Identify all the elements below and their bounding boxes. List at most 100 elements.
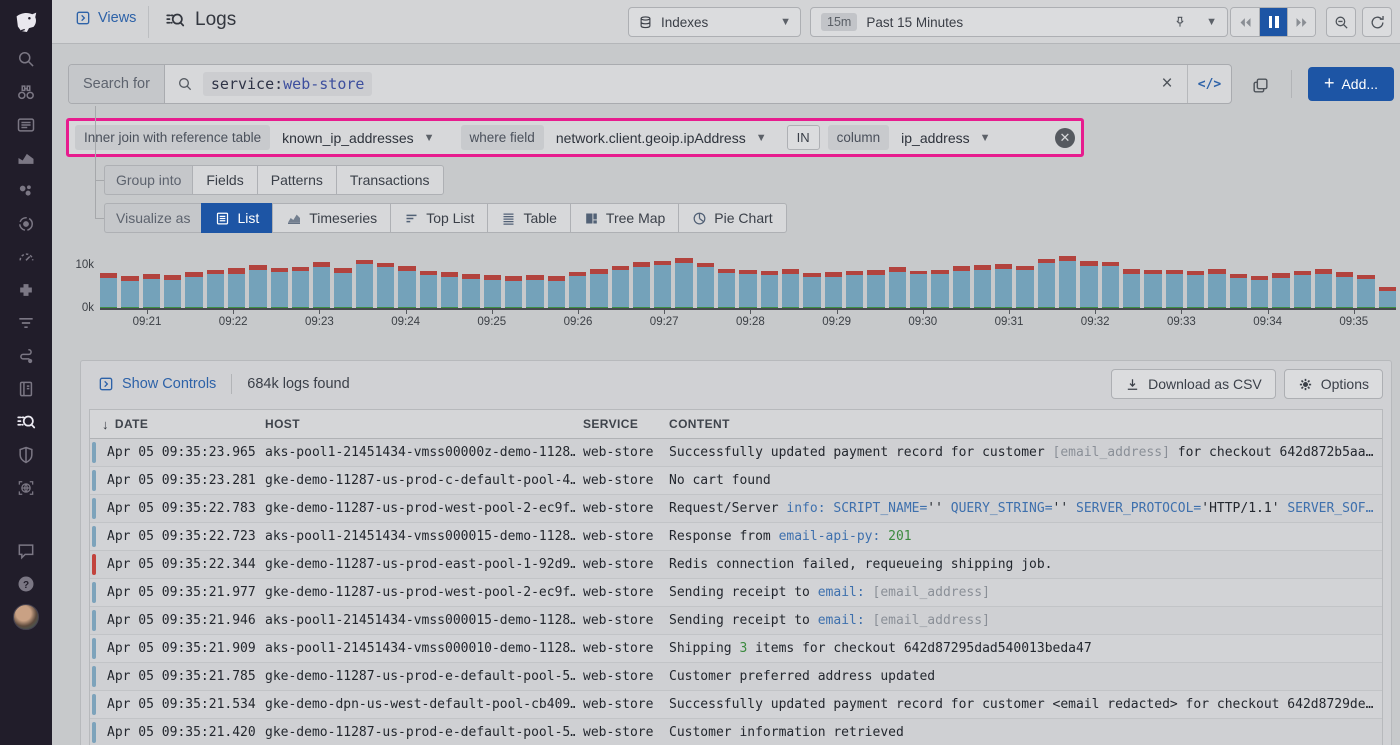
histogram-bar[interactable] — [420, 271, 437, 308]
histogram-bar[interactable] — [143, 274, 160, 308]
copy-icon[interactable] — [1246, 71, 1274, 99]
log-row[interactable]: Apr 05 09:35:23.965aks-pool1-21451434-vm… — [90, 439, 1382, 467]
tab-tree-map[interactable]: Tree Map — [570, 203, 678, 233]
histogram-bar[interactable] — [867, 270, 884, 308]
histogram-bar[interactable] — [356, 260, 373, 309]
histogram-bar[interactable] — [931, 270, 948, 308]
user-avatar[interactable] — [13, 604, 39, 630]
reference-table-select[interactable]: known_ip_addresses▼ — [278, 130, 438, 146]
histogram-bar[interactable] — [292, 267, 309, 308]
column-header-host[interactable]: HOST — [265, 417, 583, 431]
column-header-date[interactable]: ↓DATE — [90, 417, 265, 432]
options-button[interactable]: Options — [1284, 369, 1383, 399]
clear-search-icon[interactable]: × — [1147, 73, 1187, 95]
histogram-bar[interactable] — [803, 273, 820, 308]
tab-list[interactable]: List — [201, 203, 272, 233]
histogram-bar[interactable] — [505, 276, 522, 308]
histogram-bar[interactable] — [121, 276, 138, 308]
histogram-bar[interactable] — [889, 267, 906, 308]
histogram-bar[interactable] — [1080, 261, 1097, 308]
histogram-bar[interactable] — [484, 275, 501, 308]
histogram-bar[interactable] — [782, 269, 799, 308]
histogram-bar[interactable] — [249, 265, 266, 308]
log-row[interactable]: Apr 05 09:35:22.344gke-demo-11287-us-pro… — [90, 551, 1382, 579]
histogram-bar[interactable] — [207, 270, 224, 308]
histogram-bar[interactable] — [1059, 256, 1076, 308]
histogram-bar[interactable] — [462, 274, 479, 308]
integrations-puzzle-icon[interactable] — [15, 279, 37, 301]
histogram-bar[interactable] — [1315, 269, 1332, 308]
histogram-bar[interactable] — [1251, 276, 1268, 308]
tab-top-list[interactable]: Top List — [390, 203, 487, 233]
log-row[interactable]: Apr 05 09:35:21.977gke-demo-11287-us-pro… — [90, 579, 1382, 607]
column-header-service[interactable]: SERVICE — [583, 417, 669, 431]
notebook-icon[interactable] — [15, 378, 37, 400]
histogram-bar[interactable] — [1379, 287, 1396, 308]
histogram-bar[interactable] — [761, 271, 778, 308]
tab-pie-chart[interactable]: Pie Chart — [678, 203, 786, 233]
help-icon[interactable]: ? — [15, 573, 37, 595]
zoom-out-button[interactable] — [1326, 7, 1356, 37]
dashboards-icon[interactable] — [15, 114, 37, 136]
histogram-bar[interactable] — [334, 268, 351, 308]
histogram-bar[interactable] — [548, 276, 565, 308]
histogram-bar[interactable] — [1208, 269, 1225, 308]
histogram-bar[interactable] — [1357, 275, 1374, 308]
histogram-bar[interactable] — [995, 264, 1012, 308]
column-header-content[interactable]: CONTENT — [669, 417, 1382, 431]
indexes-dropdown[interactable]: Indexes ▼ — [628, 7, 801, 37]
log-row[interactable]: Apr 05 09:35:22.723aks-pool1-21451434-vm… — [90, 523, 1382, 551]
histogram-bar[interactable] — [1123, 269, 1140, 308]
chevron-down-icon[interactable]: ▼ — [1206, 16, 1217, 28]
search-bar[interactable]: Search for service:web-store × </> — [68, 64, 1232, 104]
log-row[interactable]: Apr 05 09:35:21.946aks-pool1-21451434-vm… — [90, 607, 1382, 635]
histogram-bar[interactable] — [185, 272, 202, 308]
histogram-bar[interactable] — [1016, 266, 1033, 308]
histogram-bar[interactable] — [974, 265, 991, 308]
service-map-link-icon[interactable] — [15, 345, 37, 367]
metrics-chart-icon[interactable] — [15, 147, 37, 169]
histogram-bar[interactable] — [675, 258, 692, 308]
tab-table[interactable]: Table — [487, 203, 569, 233]
gauge-icon[interactable] — [15, 246, 37, 268]
watchdog-binoculars-icon[interactable] — [15, 81, 37, 103]
log-row[interactable]: Apr 05 09:35:22.783gke-demo-11287-us-pro… — [90, 495, 1382, 523]
histogram-bar[interactable] — [313, 262, 330, 308]
time-range-picker[interactable]: 15m Past 15 Minutes ▼ — [810, 7, 1228, 37]
histogram-bar[interactable] — [1038, 259, 1055, 308]
add-button[interactable]: +Add... — [1308, 67, 1394, 101]
pause-button[interactable] — [1259, 8, 1287, 36]
feedback-chat-icon[interactable] — [15, 540, 37, 562]
histogram-bar[interactable] — [271, 268, 288, 308]
histogram-bar[interactable] — [1144, 270, 1161, 308]
histogram-bar[interactable] — [164, 275, 181, 308]
fast-forward-button[interactable] — [1287, 8, 1315, 36]
download-csv-button[interactable]: Download as CSV — [1111, 369, 1276, 399]
network-globe-icon[interactable] — [15, 477, 37, 499]
tab-timeseries[interactable]: Timeseries — [272, 203, 390, 233]
rewind-button[interactable] — [1231, 8, 1259, 36]
histogram-bar[interactable] — [697, 263, 714, 308]
views-button[interactable]: Views — [75, 10, 136, 26]
histogram-bar[interactable] — [654, 261, 671, 308]
pin-icon[interactable] — [1173, 15, 1187, 29]
tab-fields[interactable]: Fields — [192, 165, 256, 195]
histogram-bar[interactable] — [569, 272, 586, 308]
remove-join-button[interactable]: ✕ — [1055, 128, 1075, 148]
histogram-bar[interactable] — [1294, 271, 1311, 309]
show-controls-button[interactable]: Show Controls — [98, 376, 216, 392]
infrastructure-icon[interactable] — [15, 180, 37, 202]
log-row[interactable]: Apr 05 09:35:23.281gke-demo-11287-us-pro… — [90, 467, 1382, 495]
histogram-bar[interactable] — [846, 271, 863, 309]
histogram-bar[interactable] — [825, 272, 842, 308]
histogram-bar[interactable] — [1102, 262, 1119, 308]
histogram-bar[interactable] — [633, 262, 650, 308]
pipelines-filter-icon[interactable] — [15, 312, 37, 334]
apm-target-icon[interactable] — [15, 213, 37, 235]
security-shield-icon[interactable] — [15, 444, 37, 466]
histogram-bar[interactable] — [590, 269, 607, 308]
histogram-bar[interactable] — [910, 271, 927, 309]
field-select[interactable]: network.client.geoip.ipAddress▼ — [552, 130, 771, 146]
log-row[interactable]: Apr 05 09:35:21.534gke-demo-dpn-us-west-… — [90, 691, 1382, 719]
histogram-bar[interactable] — [739, 270, 756, 308]
